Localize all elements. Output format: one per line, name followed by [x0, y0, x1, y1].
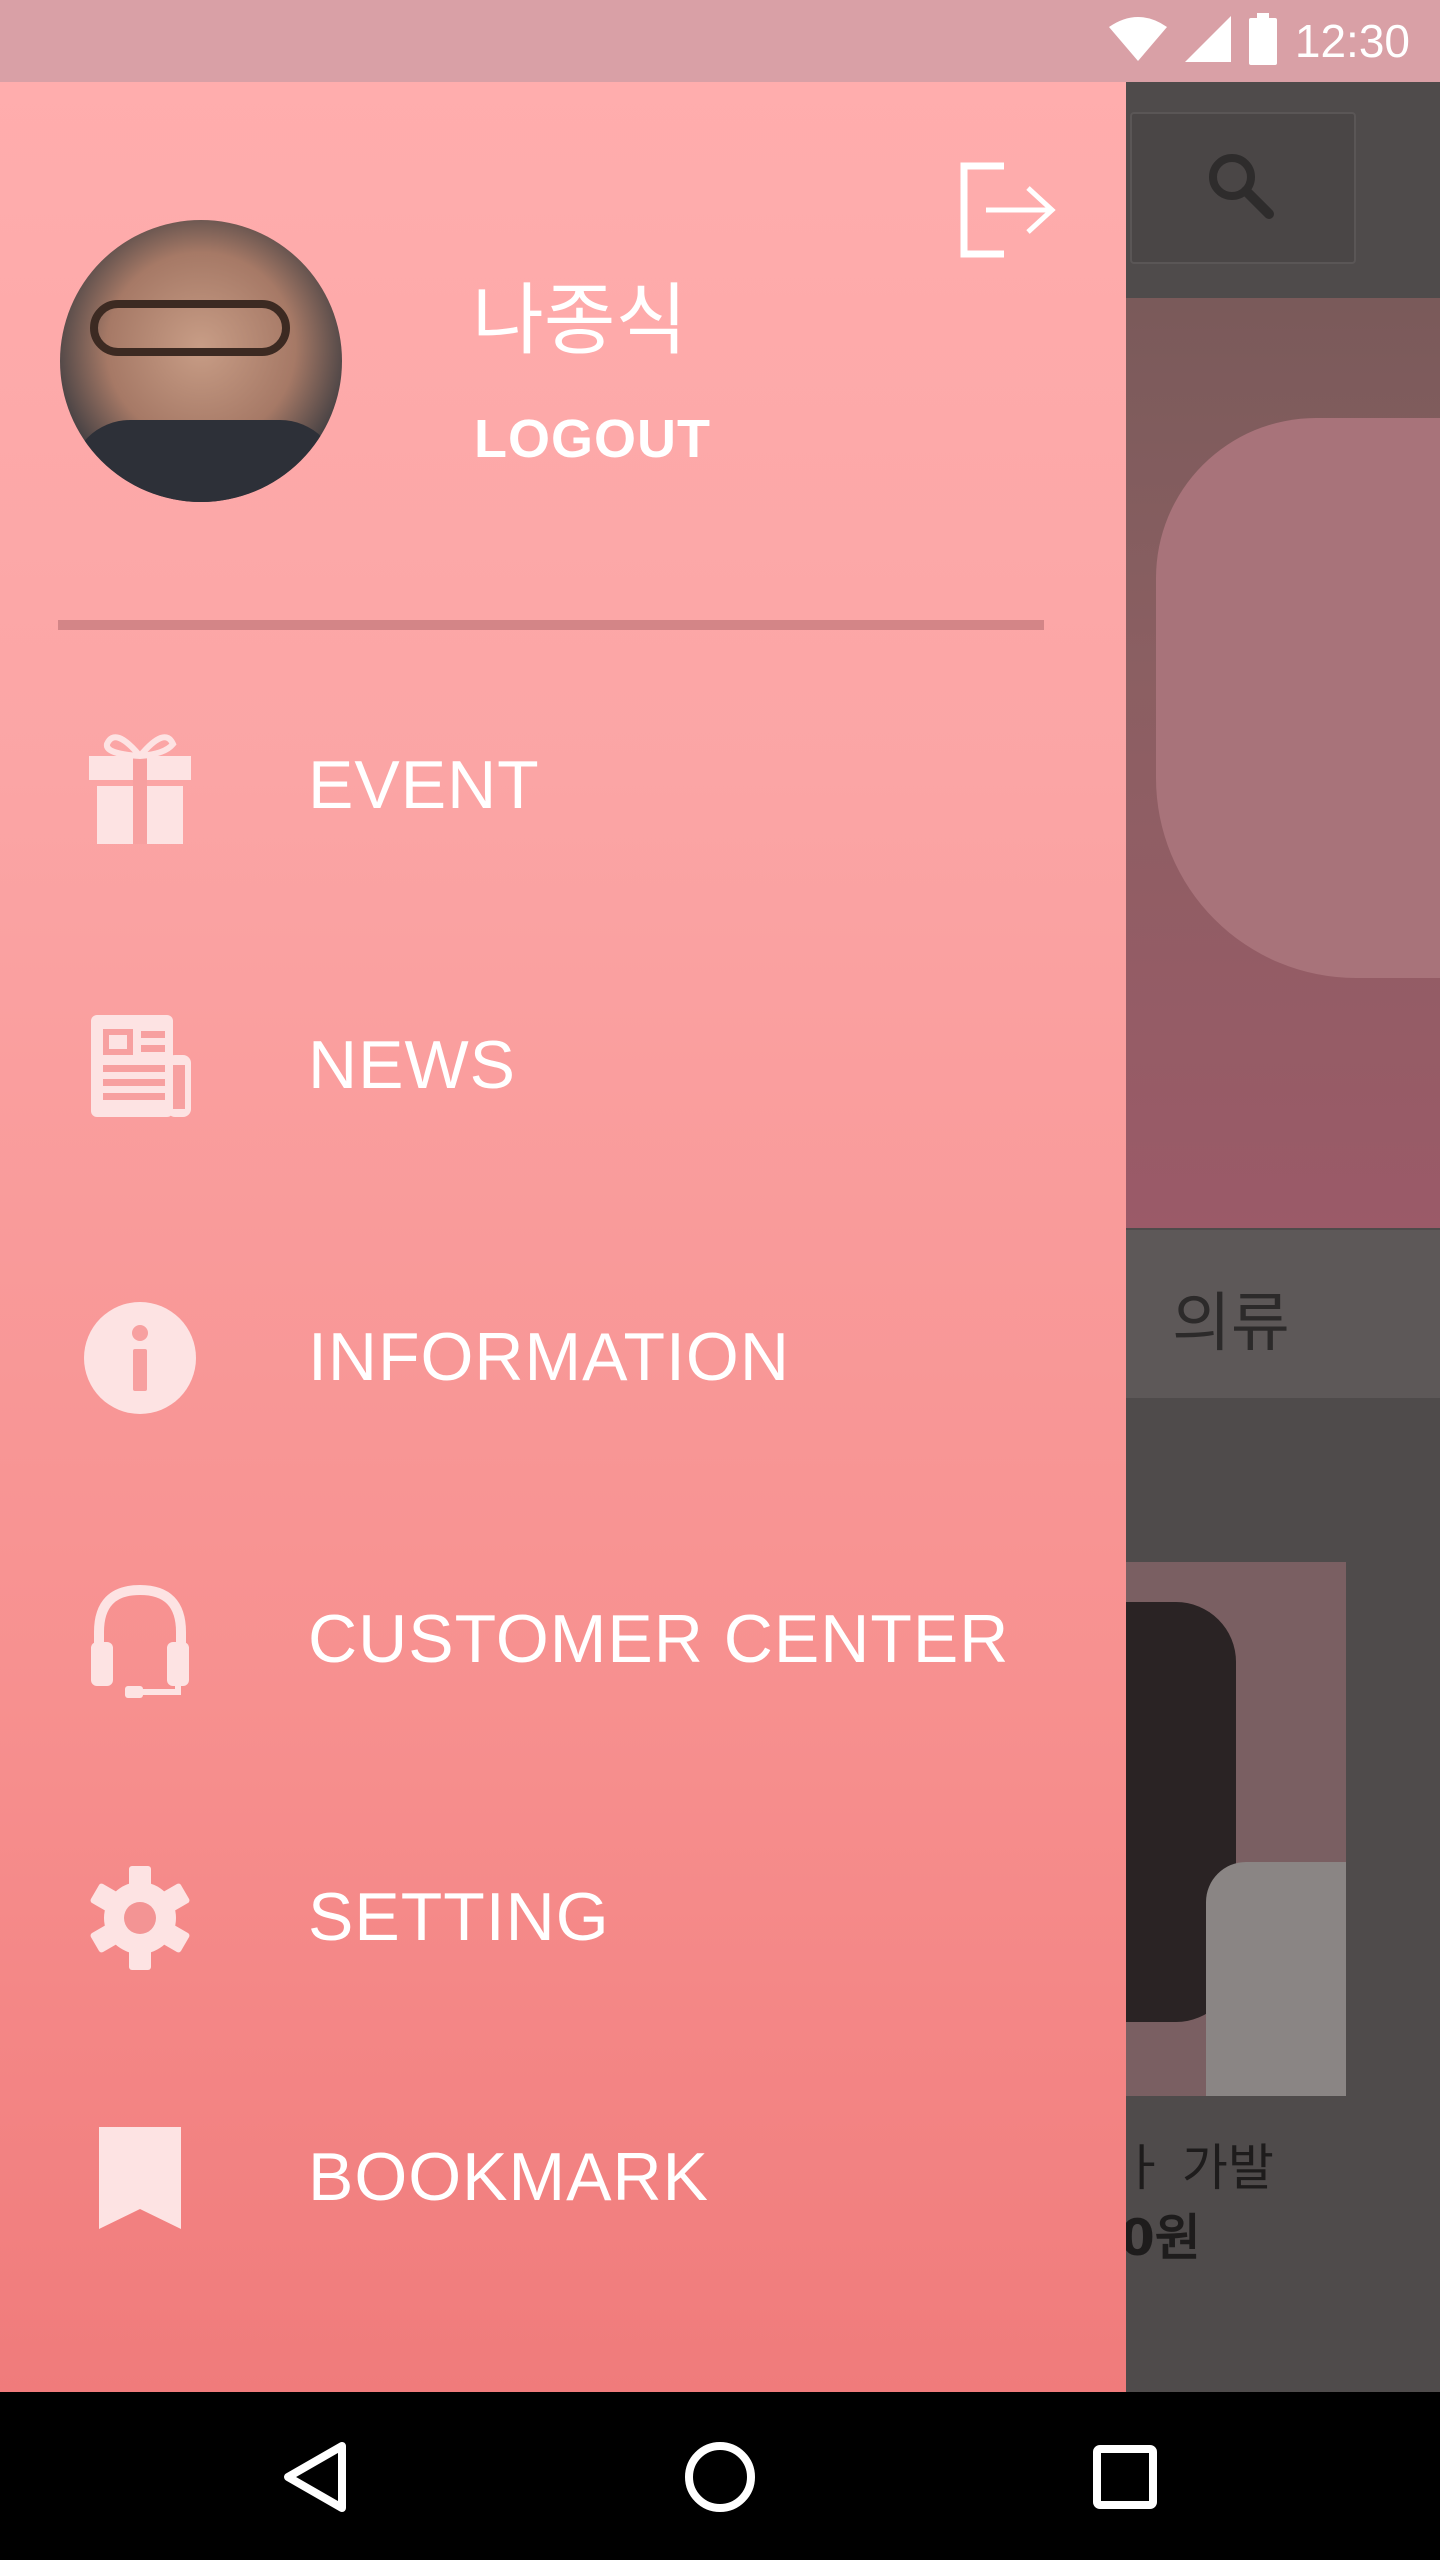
menu-item-event[interactable]: EVENT [0, 686, 1126, 886]
background-product-image [1126, 1562, 1346, 2096]
background-hero-image [1126, 298, 1440, 1228]
user-name: 나종식 [472, 276, 688, 366]
gift-icon [80, 726, 200, 846]
battery-icon [1248, 13, 1277, 69]
newspaper-icon [80, 1006, 200, 1126]
headset-icon [80, 1580, 200, 1700]
menu-item-setting[interactable]: SETTING [0, 1818, 1126, 2018]
info-icon [80, 1298, 200, 1418]
menu-item-label: EVENT [308, 747, 540, 823]
menu-item-bookmark[interactable]: BOOKMARK [0, 2078, 1126, 2278]
home-icon[interactable] [675, 2432, 765, 2522]
background-tab-label: 의류 [1172, 1287, 1290, 1361]
menu-item-information[interactable]: INFORMATION [0, 1258, 1126, 1458]
system-nav-bar [0, 2392, 1440, 2560]
avatar[interactable] [60, 220, 342, 502]
menu-item-label: SETTING [308, 1879, 610, 1955]
status-bar: 12:30 [0, 0, 1440, 82]
menu-item-customer-center[interactable]: CUSTOMER CENTER [0, 1540, 1126, 1740]
menu-item-label: CUSTOMER CENTER [308, 1601, 1010, 1677]
bookmark-icon [80, 2118, 200, 2238]
menu-item-news[interactable]: NEWS [0, 966, 1126, 1166]
logout-icon[interactable] [958, 160, 1058, 260]
gear-icon [80, 1858, 200, 1978]
status-icons: 12:30 [1108, 0, 1410, 82]
menu-item-label: NEWS [308, 1027, 516, 1103]
signal-icon [1184, 16, 1231, 66]
menu-item-label: BOOKMARK [308, 2139, 709, 2215]
back-icon[interactable] [270, 2432, 360, 2522]
recents-icon[interactable] [1080, 2432, 1170, 2522]
logout-button[interactable]: LOGOUT [474, 408, 711, 470]
search-icon [1205, 150, 1275, 224]
background-product-price: 0원 [1120, 2209, 1201, 2267]
background-product-name: ㅏ 가발 [1120, 2139, 1274, 2197]
wifi-icon [1108, 17, 1167, 65]
menu-item-label: INFORMATION [308, 1319, 790, 1395]
status-time: 12:30 [1294, 15, 1410, 67]
drawer-divider [58, 620, 1044, 630]
